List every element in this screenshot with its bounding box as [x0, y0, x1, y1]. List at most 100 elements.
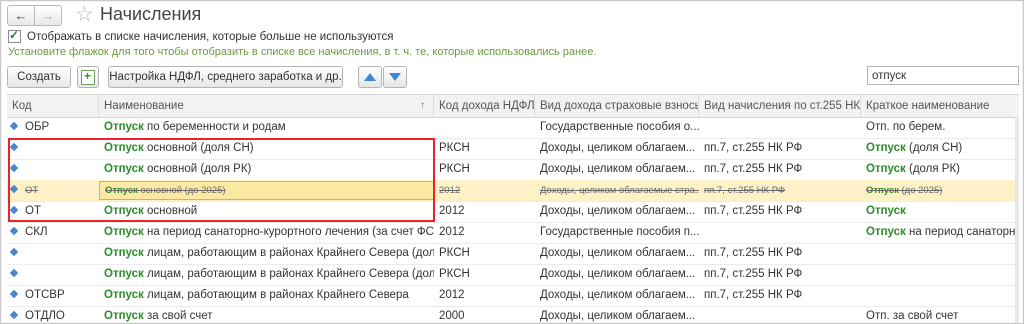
search-match-text: Отпуск	[866, 205, 906, 217]
row-type-icon	[9, 163, 19, 173]
short-name-value: Отп. по берем.	[866, 121, 946, 133]
show-unused-option[interactable]: Отображать в списке начисления, которые …	[8, 28, 394, 43]
forward-arrow-icon[interactable]: →	[35, 5, 62, 26]
short-name-cell: Отпуск на период санаторн	[861, 222, 1019, 243]
article-255-cell: пп.7, ст.255 НК РФ	[704, 289, 803, 301]
ndfl-code-cell: РКСН	[439, 163, 470, 175]
short-name-cell: Отпуск (до 2025)	[861, 180, 1019, 201]
hint-text: Установите флажок для того чтобы отобраз…	[8, 46, 597, 58]
table-row[interactable]: СКЛ Отпуск на период санаторно-курортного…	[7, 222, 1019, 244]
code-value: ОТ	[25, 185, 39, 196]
search-match-text: Отпуск	[866, 163, 906, 175]
row-type-icon	[9, 310, 19, 320]
column-header-name-label: Наименование	[104, 100, 184, 112]
short-name-value: (до 2025)	[898, 185, 943, 196]
settings-button[interactable]: Настройка НДФЛ, среднего заработка и др.	[108, 66, 343, 88]
article-255-cell	[699, 222, 861, 243]
column-header-ndfl-code[interactable]: Код дохода НДФЛ	[434, 95, 535, 117]
insurance-type-cell: Государственные пособия о...	[540, 121, 699, 133]
table-row[interactable]: ОБР Отпуск по беременности и родам Государ…	[7, 117, 1019, 139]
table-header: Код Наименование ↑ Код дохода НДФЛ Вид д…	[7, 94, 1019, 118]
name-value: по беременности и родам	[143, 121, 286, 133]
table-row[interactable]: ОТ Отпуск основной 2012 Доходы, целиком обл…	[7, 201, 1019, 223]
name-cell: Отпуск на период санаторно-курортного ле…	[99, 222, 434, 243]
insurance-type-cell: Доходы, целиком облагаем...	[540, 310, 696, 322]
back-arrow-icon[interactable]: ←	[7, 5, 35, 26]
name-cell: Отпуск лицам, работающим в районах Крайн…	[99, 264, 434, 285]
navigation-group: ← →	[7, 5, 62, 26]
short-name-value: (доля СН)	[905, 142, 963, 154]
insurance-type-cell: Доходы, целиком облагаемые стра...	[540, 185, 699, 196]
short-name-cell	[861, 243, 1019, 264]
insurance-type-cell: Доходы, целиком облагаем...	[540, 247, 696, 259]
row-type-icon	[9, 121, 19, 131]
search-match-text: Отпуск	[104, 226, 144, 238]
name-value: основной	[143, 205, 198, 217]
short-name-cell: Отп. за свой счет	[861, 306, 1019, 323]
column-header-short-name[interactable]: Краткое наименование	[861, 95, 1019, 117]
star-icon[interactable]: ☆	[75, 2, 94, 27]
name-value: основной (доля РК)	[143, 163, 252, 175]
article-255-cell: пп.7, ст.255 НК РФ	[704, 247, 803, 259]
show-unused-label: Отображать в списке начисления, которые …	[27, 30, 394, 43]
article-255-cell: пп.7, ст.255 НК РФ	[704, 268, 803, 280]
table-row[interactable]: Отпуск лицам, работающим в районах Крайн…	[7, 243, 1019, 265]
column-header-article-255[interactable]: Вид начисления по ст.255 НК	[699, 95, 861, 117]
arrow-down-icon	[389, 73, 401, 81]
table-row[interactable]: Отпуск лицам, работающим в районах Крайн…	[7, 264, 1019, 286]
article-255-cell	[699, 306, 861, 323]
code-cell	[7, 138, 99, 159]
name-cell: Отпуск основной (до 2025)	[99, 181, 434, 200]
short-name-cell	[861, 264, 1019, 285]
move-down-button[interactable]	[383, 66, 407, 88]
code-value: ОТ	[25, 205, 41, 217]
name-cell: Отпуск основной (доля РК)	[99, 159, 434, 180]
ndfl-code-cell: 2012	[439, 289, 465, 301]
short-name-cell: Отпуск (доля СН)	[861, 138, 1019, 159]
search-match-text: Отпуск	[104, 268, 144, 280]
code-cell: ОТСВР	[7, 285, 99, 306]
row-type-icon	[9, 205, 19, 215]
code-cell: ОТДЛО	[7, 306, 99, 323]
copy-button[interactable]	[77, 66, 99, 88]
table-row[interactable]: ОТ Отпуск основной (до 2025) 2012 Доходы, ц…	[7, 180, 1019, 202]
short-name-value: на период санаторн	[905, 226, 1016, 238]
table-row[interactable]: Отпуск основной (доля СН) РКСН Доходы, цел…	[7, 138, 1019, 160]
ndfl-code-cell: 2000	[439, 310, 465, 322]
table-row[interactable]: Отпуск основной (доля РК) РКСН Доходы, цел…	[7, 159, 1019, 181]
column-header-insurance-type[interactable]: Вид дохода страховые взносы	[535, 95, 699, 117]
search-match-text: Отпуск	[104, 142, 144, 154]
show-unused-checkbox[interactable]	[8, 28, 21, 43]
name-cell: Отпуск основной (доля СН)	[99, 138, 434, 159]
move-up-button[interactable]	[358, 66, 382, 88]
scrollbar[interactable]	[1015, 117, 1019, 322]
search-match-text: Отпуск	[104, 163, 144, 175]
search-match-text: Отпуск	[105, 185, 138, 196]
ndfl-code-cell	[434, 117, 535, 138]
short-name-value: (доля РК)	[905, 163, 961, 175]
name-cell: Отпуск лицам, работающим в районах Крайн…	[99, 243, 434, 264]
short-name-value: Отп. за свой счет	[866, 310, 959, 322]
ndfl-code-cell: 2012	[439, 185, 461, 196]
search-match-text: Отпуск	[866, 185, 899, 196]
app-window: ← → ☆ Начисления Отображать в списке нач…	[0, 0, 1024, 324]
article-255-cell: пп.7, ст.255 НК РФ	[704, 142, 803, 154]
code-cell	[7, 264, 99, 285]
short-name-cell	[861, 285, 1019, 306]
name-value: лицам, работающим в районах Крайнего Сев…	[143, 247, 434, 259]
short-name-cell: Отпуск (доля РК)	[861, 159, 1019, 180]
table-row[interactable]: ОТСВР Отпуск лицам, работающим в районах …	[7, 285, 1019, 307]
row-type-icon	[9, 268, 19, 278]
page-title: Начисления	[100, 4, 202, 24]
column-header-name[interactable]: Наименование ↑	[99, 95, 434, 117]
search-input[interactable]: отпуск	[867, 66, 1019, 85]
code-value: ОТДЛО	[25, 310, 65, 322]
name-cell: Отпуск основной	[99, 201, 434, 222]
create-button[interactable]: Создать	[7, 66, 71, 88]
search-match-text: Отпуск	[104, 310, 144, 322]
search-match-text: Отпуск	[866, 226, 906, 238]
code-cell: СКЛ	[7, 222, 99, 243]
table-row[interactable]: ОТДЛО Отпуск за свой счет 2000 Доходы, цели…	[7, 306, 1019, 323]
name-value: за свой счет	[143, 310, 213, 322]
column-header-code[interactable]: Код	[7, 95, 99, 117]
